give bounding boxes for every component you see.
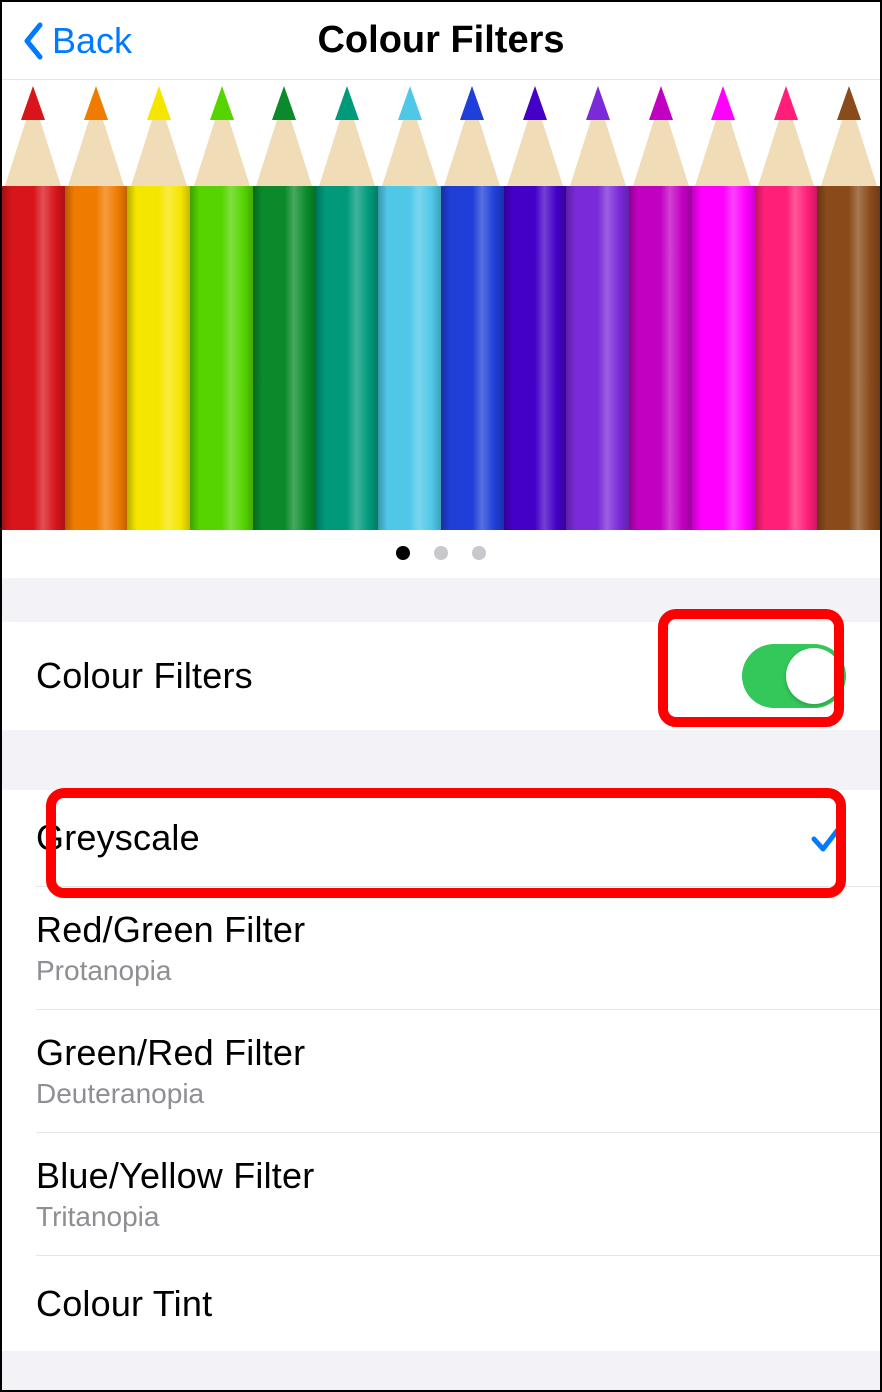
pencil [629, 86, 692, 530]
page-dot[interactable] [396, 546, 410, 560]
page-dot[interactable] [434, 546, 448, 560]
pencil [253, 86, 316, 530]
chevron-left-icon [22, 22, 44, 60]
page-title: Colour Filters [2, 19, 880, 62]
back-label: Back [52, 20, 132, 62]
filter-option[interactable]: Red/Green Filter Protanopia [36, 886, 880, 1009]
nav-bar: Back Colour Filters [2, 2, 880, 80]
filter-option[interactable]: Colour Tint [36, 1255, 880, 1351]
pencil-preview[interactable] [2, 86, 880, 530]
filter-label: Green/Red Filter [36, 1032, 305, 1074]
filter-options-group: Greyscale Red/Green Filter Protanopia Green… [2, 790, 880, 1351]
pencil [2, 86, 65, 530]
pencil [441, 86, 504, 530]
colour-filters-toggle-row[interactable]: Colour Filters [2, 622, 880, 730]
filter-option[interactable]: Green/Red Filter Deuteranopia [36, 1009, 880, 1132]
filter-sublabel: Tritanopia [36, 1201, 314, 1233]
filter-sublabel: Deuteranopia [36, 1078, 305, 1110]
checkmark-icon [808, 819, 846, 857]
pencil [817, 86, 880, 530]
filter-option[interactable]: Greyscale [2, 790, 880, 886]
pencil [127, 86, 190, 530]
filter-label: Colour Tint [36, 1283, 212, 1325]
pencil [566, 86, 629, 530]
pencil [755, 86, 818, 530]
page-indicator[interactable] [2, 530, 880, 578]
toggle-knob [786, 648, 842, 704]
page-dot[interactable] [472, 546, 486, 560]
pencil [65, 86, 128, 530]
pencil [378, 86, 441, 530]
pencil [316, 86, 379, 530]
toggle-group: Colour Filters [2, 622, 880, 730]
filter-sublabel: Protanopia [36, 955, 305, 987]
filter-option[interactable]: Blue/Yellow Filter Tritanopia [36, 1132, 880, 1255]
preview-card [2, 80, 880, 578]
colour-filters-toggle[interactable] [742, 644, 846, 708]
pencil [190, 86, 253, 530]
filter-label: Greyscale [36, 817, 200, 859]
filter-label: Blue/Yellow Filter [36, 1155, 314, 1197]
filter-label: Red/Green Filter [36, 909, 305, 951]
toggle-label: Colour Filters [36, 655, 253, 697]
pencil [692, 86, 755, 530]
pencil [504, 86, 567, 530]
back-button[interactable]: Back [2, 20, 132, 62]
